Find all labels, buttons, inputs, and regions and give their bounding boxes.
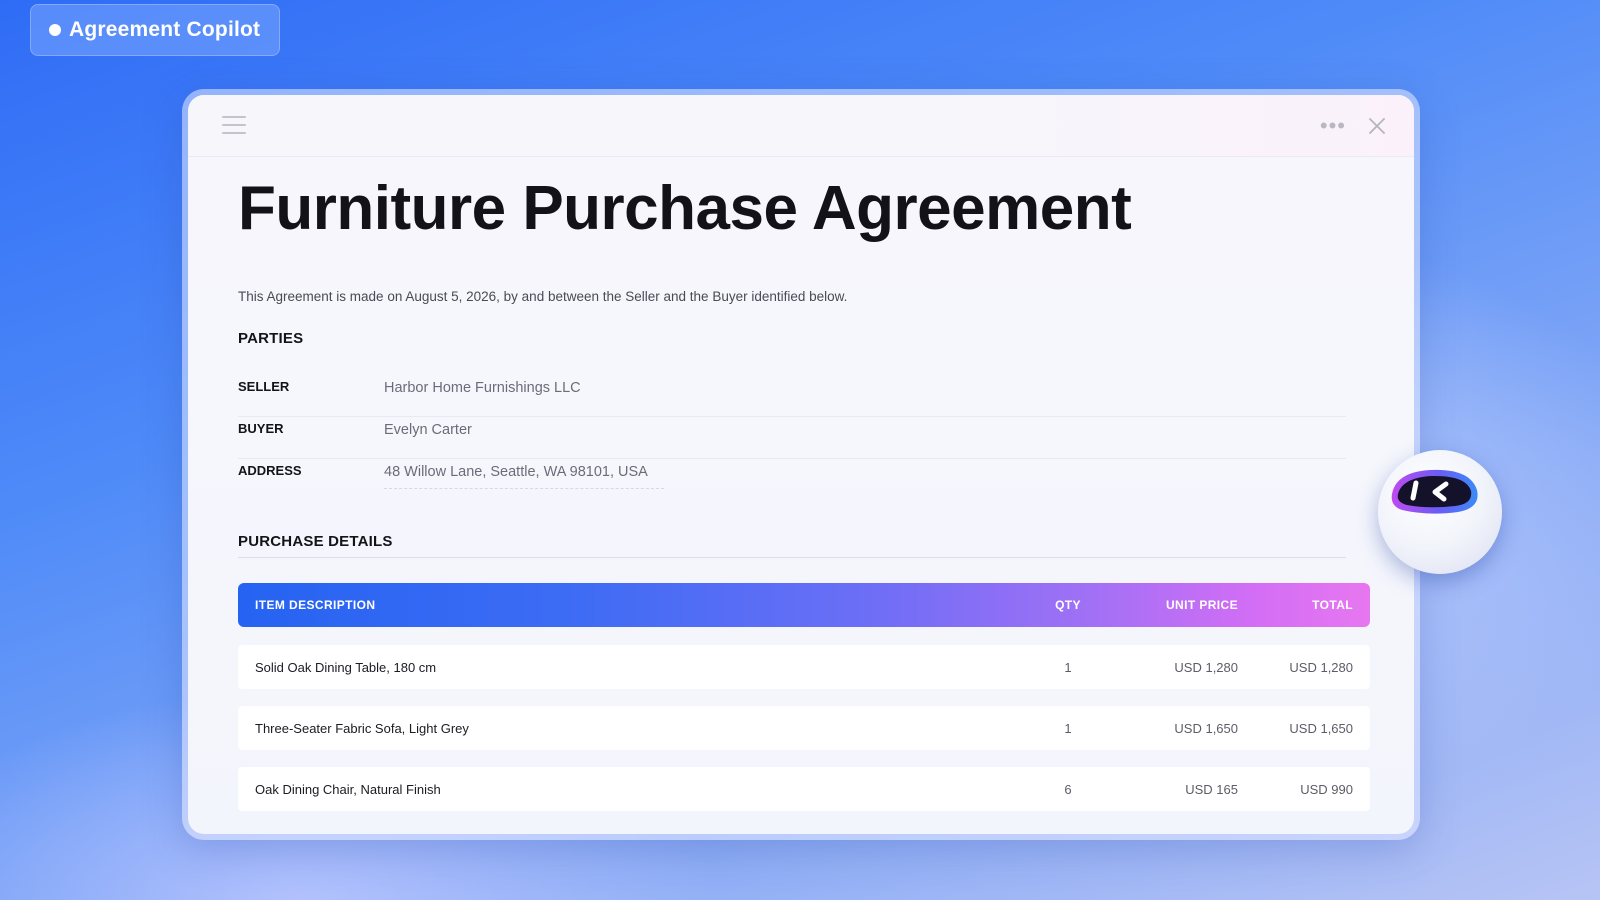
- hamburger-menu-icon[interactable]: [222, 116, 246, 134]
- party-value[interactable]: Harbor Home Furnishings LLC: [384, 375, 581, 396]
- party-label: ADDRESS: [238, 463, 302, 478]
- item-qty: 1: [1064, 720, 1072, 736]
- item-total: USD 990: [1300, 781, 1353, 797]
- item-description: Oak Dining Chair, Natural Finish: [255, 781, 441, 797]
- table-header: ITEM DESCRIPTION QTY UNIT PRICE TOTAL: [238, 583, 1370, 627]
- agreement-intro: This Agreement is made on August 5, 2026…: [238, 289, 848, 304]
- party-label: SELLER: [238, 379, 290, 394]
- party-value[interactable]: 48 Willow Lane, Seattle, WA 98101, USA: [384, 459, 648, 480]
- app-name: Agreement Copilot: [69, 18, 261, 41]
- more-options-icon[interactable]: •••: [1320, 115, 1346, 137]
- item-total: USD 1,650: [1289, 720, 1353, 736]
- table-row[interactable]: Oak Dining Chair, Natural Finish 6 USD 1…: [238, 767, 1370, 811]
- item-unit-price: USD 1,650: [1174, 720, 1238, 736]
- close-icon[interactable]: [1368, 117, 1386, 135]
- column-header-unit-price: UNIT PRICE: [1165, 598, 1238, 612]
- item-unit-price: USD 1,280: [1174, 659, 1238, 675]
- party-row-address: ADDRESS 48 Willow Lane, Seattle, WA 9810…: [238, 459, 1346, 501]
- item-unit-price: USD 165: [1185, 781, 1238, 797]
- item-qty: 1: [1064, 659, 1072, 675]
- purchase-details-heading: PURCHASE DETAILS: [238, 533, 393, 550]
- window-toolbar: •••: [188, 95, 1414, 157]
- document-panel: ••• Furniture Purchase Agreement This Ag…: [188, 95, 1414, 834]
- robot-face-icon: [1391, 469, 1478, 514]
- section-divider: [238, 557, 1346, 558]
- party-value[interactable]: Evelyn Carter: [384, 417, 472, 438]
- item-total: USD 1,280: [1289, 659, 1353, 675]
- parties-heading: PARTIES: [238, 330, 304, 347]
- column-header-total: TOTAL: [1312, 598, 1353, 612]
- column-header-description: ITEM DESCRIPTION: [255, 598, 376, 612]
- address-divider: [384, 488, 664, 489]
- document-title: Furniture Purchase Agreement: [238, 174, 1132, 243]
- party-row-buyer: BUYER Evelyn Carter: [238, 417, 1346, 459]
- item-description: Three-Seater Fabric Sofa, Light Grey: [255, 720, 469, 736]
- party-row-seller: SELLER Harbor Home Furnishings LLC: [238, 375, 1346, 417]
- item-description: Solid Oak Dining Table, 180 cm: [255, 659, 437, 675]
- item-qty: 6: [1064, 781, 1072, 797]
- app-badge: Agreement Copilot: [30, 4, 280, 56]
- robot-assistant-icon[interactable]: [1378, 450, 1502, 574]
- status-dot-icon: [49, 24, 61, 36]
- party-label: BUYER: [238, 421, 284, 436]
- table-row[interactable]: Solid Oak Dining Table, 180 cm 1 USD 1,2…: [238, 645, 1370, 689]
- column-header-qty: QTY: [1055, 598, 1081, 612]
- table-row[interactable]: Three-Seater Fabric Sofa, Light Grey 1 U…: [238, 706, 1370, 750]
- document-window: ••• Furniture Purchase Agreement This Ag…: [182, 89, 1420, 840]
